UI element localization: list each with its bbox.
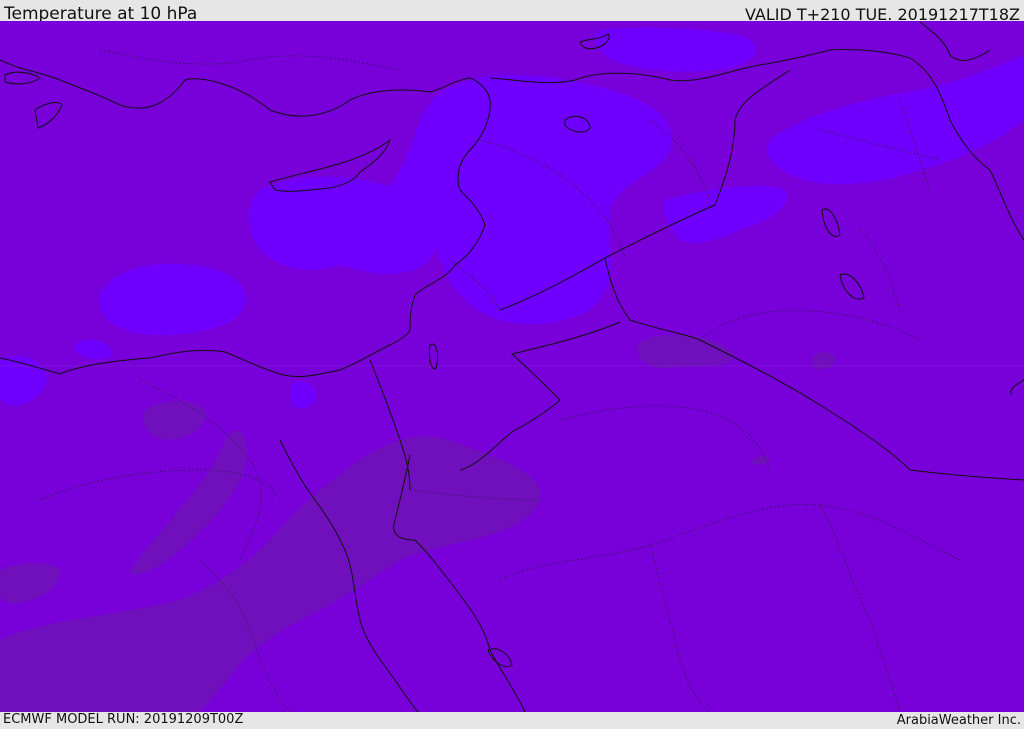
header-bar: Temperature at 10 hPa VALID T+210 TUE. 2… <box>0 0 1024 24</box>
credit-label: ArabiaWeather Inc. <box>896 713 1021 728</box>
footer-bar: ECMWF MODEL RUN: 20191209T00Z ArabiaWeat… <box>0 712 1024 729</box>
temperature-map[interactable] <box>0 21 1024 712</box>
model-run-label: ECMWF MODEL RUN: 20191209T00Z <box>3 712 244 727</box>
map-canvas[interactable] <box>0 21 1024 712</box>
light-region-central-med <box>99 263 246 335</box>
weather-map-page: Temperature at 10 hPa VALID T+210 TUE. 2… <box>0 0 1024 729</box>
